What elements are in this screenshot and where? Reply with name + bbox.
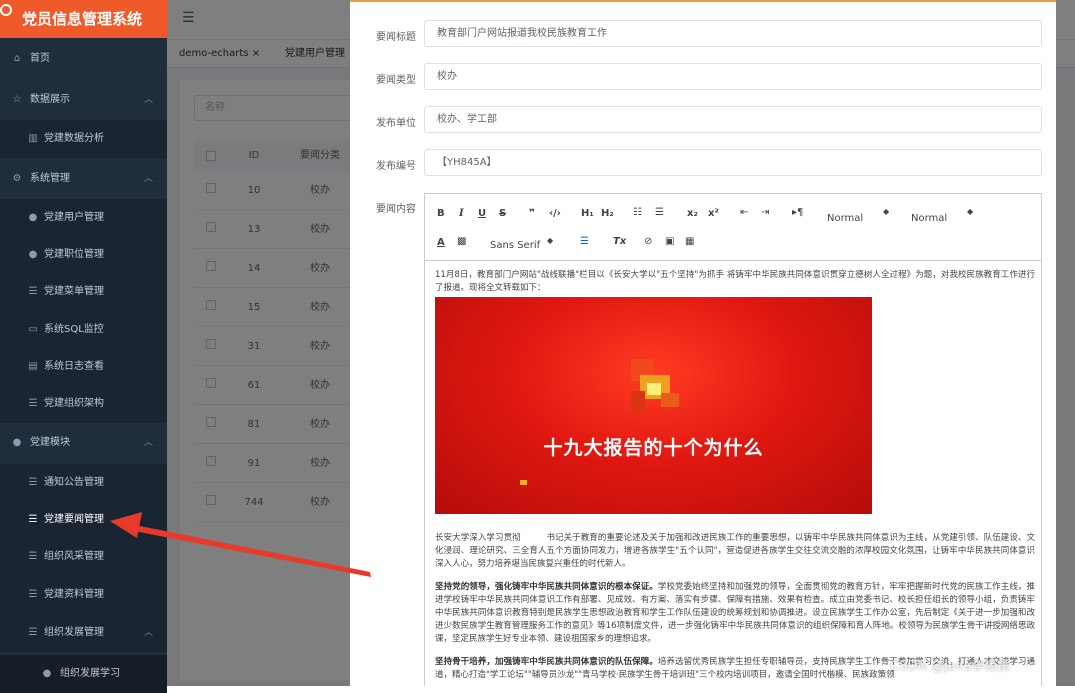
ordered-list-icon[interactable]: ☷ [633,207,642,218]
sidebar-item-org-dev-study[interactable]: ● 组织发展学习 [0,655,167,693]
user-icon: ● [12,437,22,448]
watermark: CSDN @java李杨勇 [890,659,1011,674]
video-icon[interactable]: ▦ [685,236,694,247]
list-icon: ☰ [28,477,38,488]
sidebar-group-system[interactable]: ⚙ 系统管理 ︿ [0,160,167,198]
paragraph-3: 坚持党的领导，强化铸牢中华民族共同体意识的根本保证。学校党委始终坚持和加强党的领… [435,582,1035,644]
title-label: 要闻标题 [376,32,416,43]
header-select-1[interactable]: Normal [827,213,863,224]
sidebar-item-org-structure[interactable]: ☰ 党建组织架构 [0,385,167,423]
clear-format-icon[interactable]: Tx [613,236,626,247]
chevron-up-icon: ︿ [143,174,153,184]
monitor-icon: ▭ [28,324,38,335]
font-select[interactable]: Sans Serif [490,240,540,251]
list-icon: ☰ [28,398,38,409]
paragraph-intro: 11月8日，教育部门户网站"战线联播"栏目以《长安大学以"五个坚持"为抓手 将铸… [435,270,1035,293]
sidebar-item-menu-mgmt[interactable]: ☰ 党建菜单管理 [0,273,167,311]
editor-content[interactable]: 11月8日，教育部门户网站"战线联播"栏目以《长安大学以"五个坚持"为抓手 将铸… [435,269,1035,682]
list-icon: ☰ [28,286,38,297]
home-icon: ⌂ [13,53,21,64]
underline-icon[interactable]: U [478,208,486,219]
number-label: 发布编号 [376,161,416,172]
sidebar-item-style-mgmt[interactable]: ☰ 组织风采管理 [0,538,167,576]
location-pin-icon: ● [42,668,52,679]
sidebar-item-material-mgmt[interactable]: ☰ 党建资料管理 [0,576,167,614]
background-color-icon[interactable]: ▩ [457,236,466,247]
chevron-up-icon: ︿ [143,438,153,448]
sidebar-item-sql-monitor[interactable]: ▭ 系统SQL监控 [0,311,167,349]
outdent-icon[interactable]: ⇤ [740,207,748,218]
sidebar-group-data[interactable]: ☆ 数据展示 ︿ [0,81,167,119]
sidebar-item-notice-mgmt[interactable]: ☰ 通知公告管理 [0,464,167,502]
sidebar-item-user-mgmt[interactable]: ● 党建用户管理 [0,199,167,237]
chevron-down-icon: ◆ [547,236,554,245]
type-label: 要闻类型 [376,75,416,86]
heading2-icon[interactable]: H₂ [601,208,614,219]
unit-input[interactable]: 校办、学工部 [424,106,1042,133]
list-icon: ☰ [28,551,38,562]
app-title: 党员信息管理系统 [22,10,143,28]
list-icon: ☰ [28,514,38,525]
italic-icon[interactable]: I [459,208,464,219]
superscript-icon[interactable]: x² [708,208,719,219]
bold-icon[interactable]: B [437,208,445,219]
heading1-icon[interactable]: H₁ [581,208,594,219]
number-input[interactable]: 【YH845A】 [424,149,1042,176]
indent-icon[interactable]: ⇥ [761,207,769,218]
header-select-2[interactable]: Normal [911,213,947,224]
link-icon[interactable]: ⊘ [644,236,652,247]
sidebar-item-home[interactable]: ⌂ 首页 [0,40,167,78]
align-icon[interactable]: ☰ [580,236,589,247]
font-color-icon[interactable]: A [437,237,445,248]
chevron-up-icon: ︿ [143,628,153,638]
sidebar-item-system-log[interactable]: ▤ 系统日志查看 [0,348,167,386]
sidebar-item-data-analysis[interactable]: ▥ 党建数据分析 [0,120,167,158]
title-input[interactable]: 教育部门户网站报道我校民族教育工作 [424,20,1042,47]
subscript-icon[interactable]: x₂ [687,208,698,219]
bullet-list-icon[interactable]: ☰ [655,207,664,218]
text-direction-icon[interactable]: ▸¶ [792,207,803,218]
chevron-down-icon: ◆ [883,207,890,216]
image-icon[interactable]: ▣ [665,236,674,247]
blockquote-icon[interactable]: ❞ [529,208,535,219]
list-icon: ☰ [28,589,38,600]
sidebar-group-org-dev[interactable]: ☰ 组织发展管理 ︿ [0,614,167,652]
content-label: 要闻内容 [376,204,416,215]
banner-text: 十九大报告的十个为什么 [543,437,764,459]
sidebar-group-party[interactable]: ● 党建模块 ︿ [0,424,167,462]
sidebar-item-position-mgmt[interactable]: ● 党建职位管理 [0,236,167,274]
sidebar: 党员信息管理系统 ⌂ 首页 ☆ 数据展示 ︿ ▥ 党建数据分析 ⚙ 系统管理 ︿… [0,0,167,693]
app-logo-title: 党员信息管理系统 [0,0,167,38]
sidebar-item-news-mgmt[interactable]: ☰ 党建要闻管理 [0,501,167,539]
bar-chart-icon: ▥ [28,133,38,144]
list-icon: ☰ [28,627,38,638]
news-edit-drawer: 要闻标题 教育部门户网站报道我校民族教育工作 要闻类型 校办 发布单位 校办、学… [350,0,1056,686]
editor-toolbar: B I U S ❞ ‹/› H₁ H₂ ☷ ☰ x₂ x² ⇤ ⇥ ▸¶ Nor… [425,194,1041,261]
type-input[interactable]: 校办 [424,63,1042,90]
strike-icon[interactable]: S [499,208,506,219]
chevron-down-icon: ◆ [967,207,974,216]
rich-text-editor[interactable]: B I U S ❞ ‹/› H₁ H₂ ☷ ☰ x₂ x² ⇤ ⇥ ▸¶ Nor… [424,193,1042,686]
chevron-up-icon: ︿ [143,95,153,105]
document-icon: ▤ [28,361,38,372]
user-tie-icon: ● [28,249,38,260]
logo-icon [0,4,12,16]
star-icon: ☆ [12,94,22,105]
unit-label: 发布单位 [376,118,416,129]
code-icon[interactable]: ‹/› [549,208,561,219]
paragraph-2: 长安大学深入学习贯彻 书记关于教育的重要论述及关于加强和改进民族工作的重要思想，… [435,533,1035,569]
banner-image: 十九大报告的十个为什么 [435,297,872,514]
user-icon: ● [28,212,38,223]
gear-icon: ⚙ [12,173,22,184]
